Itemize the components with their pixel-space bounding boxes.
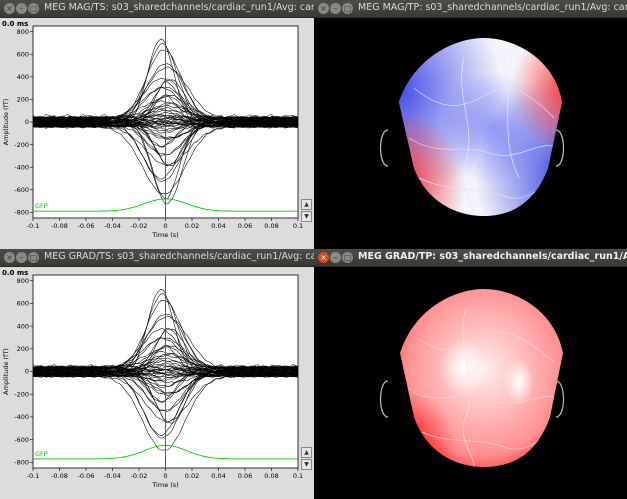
y-tick-label: 400: [17, 73, 29, 81]
y-tick-label: 600: [17, 50, 29, 58]
window-mag-tp: × – □ MEG MAG/TP: s03_sharedchannels/cardi…: [314, 0, 627, 249]
maximize-icon[interactable]: □: [342, 3, 353, 14]
topography-panel: [314, 267, 627, 499]
x-tick-label: -0.06: [78, 472, 95, 480]
x-axis-label: Time (s): [151, 231, 178, 239]
grad-field-map: [400, 289, 563, 467]
y-tick-label: 800: [17, 277, 29, 285]
y-tick-label: -600: [14, 436, 29, 444]
y-axis-label: Amplitude (fT): [2, 348, 10, 395]
x-tick-label: 0.04: [211, 222, 225, 230]
x-tick-label: -0.02: [131, 472, 148, 480]
y-tick-label: -200: [14, 390, 29, 398]
y-tick-label: -600: [14, 186, 29, 194]
maximize-icon[interactable]: □: [342, 252, 353, 263]
x-tick-label: 0.04: [211, 472, 225, 480]
x-tick-label: -0.1: [27, 472, 40, 480]
scroll-down-button[interactable]: ▼: [301, 211, 312, 222]
y-tick-label: 0: [25, 118, 29, 126]
timeseries-panel: 0.0 ms -0.1 -0.08 -0.06 -0.04 -0.02 0 0.02 0.04…: [0, 18, 314, 249]
y-tick-label: -400: [14, 413, 29, 421]
window-title: MEG MAG/TP: s03_sharedchannels/cardiac_r…: [358, 2, 627, 13]
window-title: MEG MAG/TS: s03_sharedchannels/cardiac_r…: [44, 2, 314, 13]
scroll-up-button[interactable]: ▲: [301, 447, 312, 458]
titlebar[interactable]: × – □ MEG GRAD/TS: s03_sharedchannels/card…: [0, 249, 314, 267]
close-icon[interactable]: ×: [4, 3, 15, 14]
x-axis-label: Time (s): [151, 481, 178, 489]
x-tick-label: -0.06: [78, 222, 95, 230]
y-tick-label: 800: [17, 28, 29, 36]
maximize-icon[interactable]: □: [28, 3, 39, 14]
x-tick-label: 0: [163, 222, 167, 230]
x-tick-label: -0.04: [104, 222, 121, 230]
minimize-icon[interactable]: –: [330, 3, 341, 14]
x-tick-label: -0.04: [104, 472, 121, 480]
timeseries-panel: 0.0 ms -0.1 -0.08 -0.06 -0.04 -0.02 0 0.02 0.04…: [0, 267, 314, 499]
mag-field-map: [399, 38, 562, 216]
x-tick-label: 0.02: [185, 472, 199, 480]
right-ear-outline: [555, 380, 565, 418]
minimize-icon[interactable]: –: [16, 252, 27, 263]
window-title: MEG GRAD/TS: s03_sharedchannels/cardiac_…: [44, 251, 314, 262]
scroll-down-button[interactable]: ▼: [301, 459, 312, 470]
x-tick-label: 0.08: [264, 222, 278, 230]
scroll-up-button[interactable]: ▲: [301, 199, 312, 210]
y-tick-label: -400: [14, 163, 29, 171]
titlebar[interactable]: × – □ MEG MAG/TS: s03_sharedchannels/cardi…: [0, 0, 314, 18]
y-tick-label: 200: [17, 96, 29, 104]
mag-timeseries-chart[interactable]: -0.1 -0.08 -0.06 -0.04 -0.02 0 0.02 0.04 0.06 0.0…: [0, 18, 314, 249]
window-grad-tp: × – □ MEG GRAD/TP: s03_sharedchannels/card…: [314, 249, 627, 499]
gfp-label: GFP: [35, 202, 48, 210]
x-tick-label: -0.02: [131, 222, 148, 230]
topography-panel: [314, 18, 627, 249]
y-tick-label: -200: [14, 141, 29, 149]
grad-timeseries-chart[interactable]: -0.1 -0.08 -0.06 -0.04 -0.02 0 0.02 0.04 0.06 0.0…: [0, 267, 314, 499]
x-tick-label: 0.02: [185, 222, 199, 230]
x-tick-label: 0.06: [238, 472, 252, 480]
x-tick-label: 0.1: [293, 222, 303, 230]
x-tick-label: 0.1: [293, 472, 303, 480]
grad-topography[interactable]: [314, 267, 627, 499]
left-ear-outline: [379, 129, 389, 167]
y-tick-label: 200: [17, 345, 29, 353]
x-tick-label: -0.08: [51, 472, 68, 480]
x-tick-label: 0.06: [238, 222, 252, 230]
right-ear-outline: [555, 129, 565, 167]
minimize-icon[interactable]: –: [16, 3, 27, 14]
close-icon[interactable]: ×: [4, 252, 15, 263]
gfp-label: GFP: [35, 450, 48, 458]
titlebar[interactable]: × – □ MEG GRAD/TP: s03_sharedchannels/card…: [314, 249, 627, 267]
close-icon[interactable]: ×: [318, 252, 329, 263]
y-tick-label: 0: [25, 368, 29, 376]
y-tick-label: 600: [17, 300, 29, 308]
titlebar[interactable]: × – □ MEG MAG/TP: s03_sharedchannels/cardi…: [314, 0, 627, 18]
window-mag-ts: × – □ MEG MAG/TS: s03_sharedchannels/cardi…: [0, 0, 314, 249]
x-tick-label: -0.1: [27, 222, 40, 230]
window-grad-ts: × – □ MEG GRAD/TS: s03_sharedchannels/card…: [0, 249, 314, 499]
y-tick-label: -800: [14, 209, 29, 217]
window-title: MEG GRAD/TP: s03_sharedchannels/cardiac_…: [358, 251, 627, 262]
y-axis-label: Amplitude (fT): [2, 99, 10, 146]
x-tick-label: 0: [163, 472, 167, 480]
x-tick-label: -0.08: [51, 222, 68, 230]
maximize-icon[interactable]: □: [28, 252, 39, 263]
y-tick-label: -800: [14, 459, 29, 467]
y-tick-label: 400: [17, 322, 29, 330]
x-tick-label: 0.08: [264, 472, 278, 480]
minimize-icon[interactable]: –: [330, 252, 341, 263]
left-ear-outline: [379, 380, 389, 418]
close-icon[interactable]: ×: [318, 3, 329, 14]
mag-topography[interactable]: [314, 18, 627, 249]
